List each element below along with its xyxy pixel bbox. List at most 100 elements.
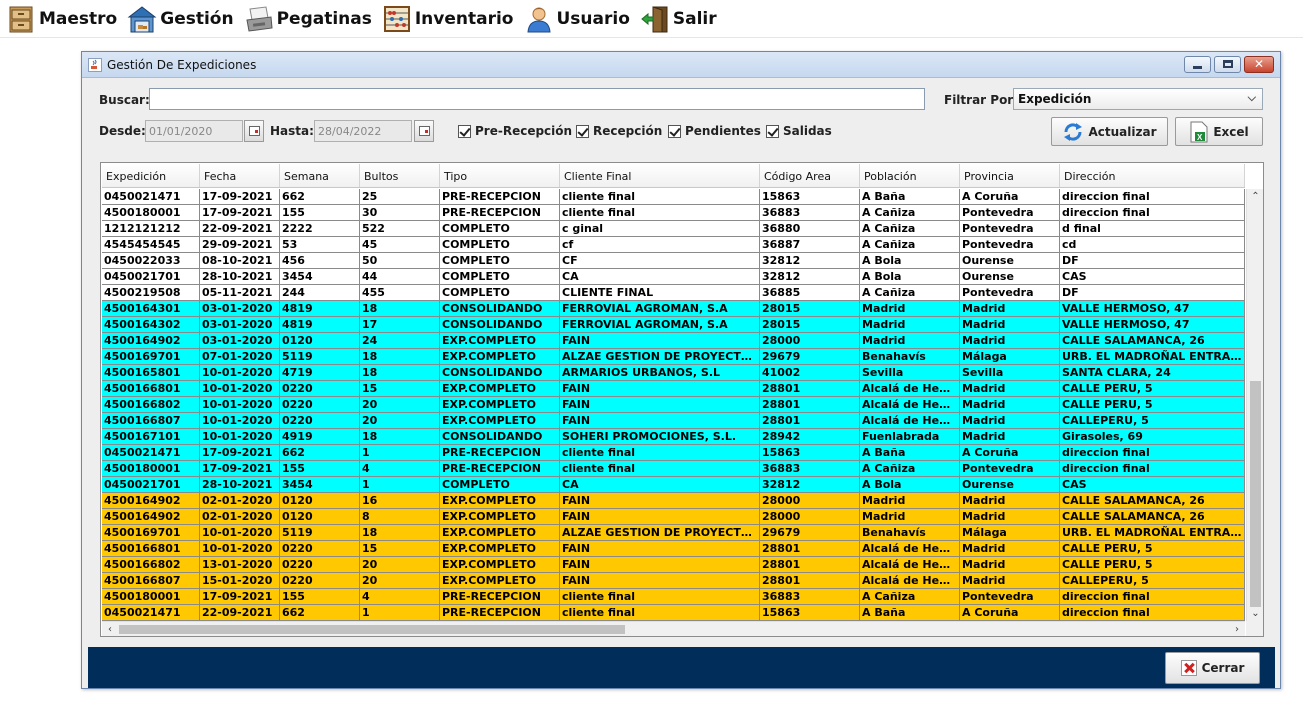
table-row[interactable]: 4500219508 05-11-2021 244 455 COMPLETO CLIENT… (102, 285, 1245, 301)
filter-by-select[interactable]: Expedición ⌵ (1013, 88, 1263, 110)
table-row[interactable]: 4500166807 15-01-2020 0220 20 EXP.COMPLETO FA… (102, 573, 1245, 589)
table-row[interactable]: 4500180001 17-09-2021 155 30 PRE-RECEPCION cl… (102, 205, 1245, 221)
column-header[interactable]: Provincia (960, 164, 1060, 187)
table-row[interactable]: 4500164301 03-01-2020 4819 18 CONSOLIDANDO FE… (102, 301, 1245, 317)
table-cell: Pontevedra (960, 285, 1060, 300)
menu-gestion[interactable]: Gestión (127, 2, 234, 36)
table-cell: COMPLETO (440, 253, 560, 268)
column-header[interactable]: Expedición (102, 164, 200, 187)
table-row[interactable]: 4500169701 10-01-2020 5119 18 EXP.COMPLETO AL… (102, 525, 1245, 541)
table-row[interactable]: 0450021701 28-10-2021 3454 44 COMPLETO CA 3281… (102, 269, 1245, 285)
table-row[interactable]: 4500164902 03-01-2020 0120 24 EXP.COMPLETO FA… (102, 333, 1245, 349)
table-cell: 41002 (760, 365, 860, 380)
column-header[interactable]: Semana (280, 164, 360, 187)
table-cell: CAS (1060, 477, 1245, 492)
menu-usuario[interactable]: Usuario (524, 2, 630, 36)
horizontal-scroll-thumb[interactable] (119, 625, 625, 634)
table-row[interactable]: 4545454545 29-09-2021 53 45 COMPLETO cf 36887 A… (102, 237, 1245, 253)
table-row[interactable]: 4500165801 10-01-2020 4719 18 CONSOLIDANDO AR… (102, 365, 1245, 381)
table-cell: Pontevedra (960, 461, 1060, 476)
table-row[interactable]: 4500164902 02-01-2020 0120 8 EXP.COMPLETO FAI… (102, 509, 1245, 525)
table-cell: CONSOLIDANDO (440, 301, 560, 316)
checkbox-pre-recepcion[interactable]: Pre-Recepción (458, 124, 572, 138)
table-row[interactable]: 0450022033 08-10-2021 456 50 COMPLETO CF 32812… (102, 253, 1245, 269)
close-red-x-icon (1180, 660, 1197, 676)
table-row[interactable]: 4500166807 10-01-2020 0220 20 EXP.COMPLETO FA… (102, 413, 1245, 429)
window-close-button[interactable]: ✕ (1244, 56, 1274, 73)
scroll-left-icon[interactable]: ‹ (102, 622, 118, 637)
table-cell: A Cañiza (860, 205, 960, 220)
from-date-picker-button[interactable] (244, 120, 264, 142)
table-row[interactable]: 4500166801 10-01-2020 0220 15 EXP.COMPLETO FA… (102, 541, 1245, 557)
table-cell: Madrid (960, 509, 1060, 524)
table-row[interactable]: 4500166801 10-01-2020 0220 15 EXP.COMPLETO FA… (102, 381, 1245, 397)
table-cell: A Coruña (960, 445, 1060, 460)
vertical-scroll-thumb[interactable] (1250, 381, 1261, 607)
vertical-scrollbar[interactable]: ⌃ ⌄ (1246, 189, 1263, 622)
table-row[interactable]: 1212121212 22-09-2021 2222 522 COMPLETO c gin… (102, 221, 1245, 237)
table-cell: Alcalá de Henares (862, 381, 960, 396)
table-cell: 456 (280, 253, 360, 268)
window-titlebar[interactable]: Gestión De Expediciones ✕ (82, 52, 1280, 78)
scroll-down-icon[interactable]: ⌄ (1247, 606, 1264, 622)
table-row[interactable]: 4500167101 10-01-2020 4919 18 CONSOLIDANDO SO… (102, 429, 1245, 445)
checkbox-salidas[interactable]: Salidas (766, 124, 832, 138)
menu-maestro[interactable]: Maestro (6, 2, 117, 36)
menu-pegatinas[interactable]: Pegatinas (244, 2, 372, 36)
column-header[interactable]: Dirección (1060, 164, 1245, 187)
scroll-up-icon[interactable]: ⌃ (1247, 189, 1264, 205)
table-row[interactable]: 4500166802 10-01-2020 0220 20 EXP.COMPLETO FA… (102, 397, 1245, 413)
table-cell: Fuenlabrada (860, 429, 960, 444)
table-cell: 17-09-2021 (200, 445, 280, 460)
menu-salir[interactable]: Salir (640, 2, 717, 36)
cerrar-button[interactable]: Cerrar (1165, 652, 1260, 684)
excel-button[interactable]: X Excel (1175, 117, 1263, 146)
table-header: Expedición Fecha Semana Bultos Tipo Cliente F… (102, 164, 1245, 188)
minimize-button[interactable] (1184, 56, 1211, 73)
checkbox-pendientes[interactable]: Pendientes (668, 124, 761, 138)
menu-inventario[interactable]: Inventario (382, 2, 514, 36)
table-row[interactable]: 0450021471 22-09-2021 662 1 PRE-RECEPCION cli… (102, 605, 1245, 621)
table-row[interactable]: 4500166802 13-01-2020 0220 20 EXP.COMPLETO FA… (102, 557, 1245, 573)
table-cell: A Cañiza (860, 285, 960, 300)
horizontal-scrollbar[interactable]: ‹ › (102, 621, 1245, 636)
table-cell: PRE-RECEPCION (440, 189, 560, 204)
table-cell: 22-09-2021 (200, 605, 280, 620)
table-row[interactable]: 0450021471 17-09-2021 662 1 PRE-RECEPCION cli… (102, 445, 1245, 461)
column-header[interactable]: Código Area (760, 164, 860, 187)
table-row[interactable]: 0450021471 17-09-2021 662 25 PRE-RECEPCION cl… (102, 189, 1245, 205)
table-cell: CA (560, 477, 760, 492)
table-cell: EXP.COMPLETO (440, 397, 560, 412)
table-cell: FAIN (560, 557, 760, 572)
search-input[interactable] (149, 88, 925, 110)
table-row[interactable]: 4500164902 02-01-2020 0120 16 EXP.COMPLETO FA… (102, 493, 1245, 509)
table-row[interactable]: 4500169701 07-01-2020 5119 18 EXP.COMPLETO AL… (102, 349, 1245, 365)
table-cell: direccion final (1060, 189, 1245, 204)
table-row[interactable]: 4500164302 03-01-2020 4819 17 CONSOLIDANDO FE… (102, 317, 1245, 333)
table-row[interactable]: 4500180001 17-09-2021 155 4 PRE-RECEPCION cli… (102, 461, 1245, 477)
table-row[interactable]: 4500180001 17-09-2021 155 4 PRE-RECEPCION cli… (102, 589, 1245, 605)
maximize-button[interactable] (1214, 56, 1241, 73)
table-cell: 4500167101 (102, 429, 200, 444)
to-date-picker-button[interactable] (414, 120, 434, 142)
table-cell: 0220 (280, 557, 360, 572)
table-cell: 08-10-2021 (200, 253, 280, 268)
scroll-right-icon[interactable]: › (1229, 622, 1245, 637)
refresh-button[interactable]: Actualizar (1051, 117, 1168, 146)
label-printer-icon (245, 5, 273, 32)
table-cell: 28801 (760, 557, 860, 572)
table-cell: 32812 (760, 253, 860, 268)
column-header[interactable]: Población (860, 164, 960, 187)
column-header[interactable]: Tipo (440, 164, 560, 187)
table-cell: Madrid (960, 557, 1060, 572)
column-header[interactable]: Fecha (200, 164, 280, 187)
checkbox-recepcion[interactable]: Recepción (576, 124, 662, 138)
table-row[interactable]: 0450021701 28-10-2021 3454 1 COMPLETO CA 32812… (102, 477, 1245, 493)
column-header[interactable]: Cliente Final (560, 164, 760, 187)
table-cell: 4500180001 (102, 589, 200, 604)
to-date-field[interactable]: 28/04/2022 (314, 120, 412, 142)
column-header[interactable]: Bultos (360, 164, 440, 187)
table-cell: 4819 (280, 317, 360, 332)
from-date-field[interactable]: 01/01/2020 (145, 120, 243, 142)
table-cell: CALLE SALAMANCA, 26 (1060, 333, 1245, 348)
